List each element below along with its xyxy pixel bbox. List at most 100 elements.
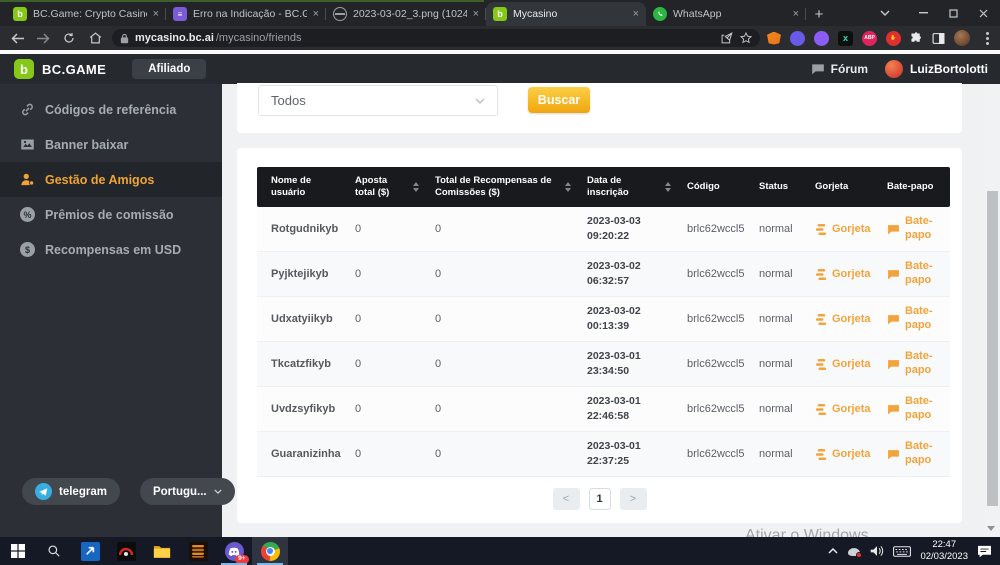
sidebar-item-referral-codes[interactable]: Códigos de referência [0, 92, 222, 127]
sidebar-item-friends-management[interactable]: Gestão de Amigos [0, 162, 222, 197]
taskbar-app-stack[interactable] [180, 537, 216, 565]
volume-icon[interactable] [870, 545, 884, 557]
keyboard-icon[interactable] [893, 546, 911, 557]
tab-close-icon[interactable]: × [633, 8, 639, 20]
tray-app-icon[interactable] [847, 546, 861, 557]
list-favicon-icon: ≡ [173, 7, 187, 21]
tab-mycasino-active[interactable]: b Mycasino × [486, 2, 646, 26]
start-button[interactable] [0, 537, 36, 565]
scrollbar-track[interactable] [984, 84, 1000, 537]
user-avatar[interactable] [885, 60, 903, 78]
chat-link[interactable]: Bate-papo [887, 305, 950, 333]
tray-chevron-up-icon[interactable] [828, 548, 838, 554]
puzzle-extensions-icon[interactable] [910, 32, 923, 45]
tab-erro-indicacao[interactable]: ≡ Erro na Indicação - BC.Game × [166, 2, 326, 26]
adblock-plus-icon[interactable]: ABP [862, 31, 877, 46]
tab-title: 2023-03-02_3.png (1024×76 [353, 8, 467, 20]
prev-page-button[interactable]: < [553, 488, 580, 510]
search-button[interactable]: Buscar [528, 87, 590, 113]
chat-link[interactable]: Bate-papo [887, 395, 950, 423]
header-username[interactable]: LuizBortolotti [910, 62, 988, 76]
scrollbar-thumb[interactable] [987, 191, 998, 506]
tip-link[interactable]: Gorjeta [815, 403, 877, 415]
telegram-button[interactable]: telegram [22, 478, 120, 505]
url-host: mycasino.bc.ai [135, 32, 214, 44]
cell-bet: 0 [345, 358, 407, 370]
share-icon[interactable] [721, 32, 734, 44]
tip-link[interactable]: Gorjeta [815, 358, 877, 370]
chat-link[interactable]: Bate-papo [887, 215, 950, 243]
browser-tab-strip: b BC.Game: Crypto Casino Gan × ≡ Erro na… [0, 0, 1000, 26]
taskbar-discord[interactable]: 9+ [216, 537, 252, 565]
cell-rewards: 0 [425, 448, 559, 460]
back-icon[interactable] [4, 28, 30, 48]
sort-icon[interactable] [559, 182, 577, 192]
chat-bubble-icon [887, 224, 900, 235]
sidebar-item-label: Gestão de Amigos [45, 173, 154, 187]
tab-close-icon[interactable]: × [313, 8, 319, 20]
purple-extension-icon[interactable] [814, 31, 829, 46]
chat-link[interactable]: Bate-papo [887, 350, 950, 378]
sort-icon[interactable] [407, 182, 425, 192]
window-close-button[interactable] [968, 0, 998, 26]
tip-link[interactable]: Gorjeta [815, 268, 877, 280]
home-icon[interactable] [82, 28, 108, 48]
taskbar-search-button[interactable] [36, 537, 72, 565]
cell-bet: 0 [345, 403, 407, 415]
tab-png-image[interactable]: 2023-03-02_3.png (1024×76 × [326, 2, 486, 26]
tip-link[interactable]: Gorjeta [815, 223, 877, 235]
tab-close-icon[interactable]: × [793, 8, 799, 20]
bcgame-logo-icon[interactable]: b [14, 59, 34, 79]
tab-title: BC.Game: Crypto Casino Gan [33, 8, 147, 20]
sort-icon[interactable] [659, 182, 677, 192]
sidebar-item-banner-download[interactable]: Banner baixar [0, 127, 222, 162]
forum-link[interactable]: Fórum [811, 62, 868, 76]
pagination: < 1 > [237, 488, 962, 510]
coins-icon [815, 404, 827, 415]
tip-link[interactable]: Gorjeta [815, 448, 877, 460]
action-center-icon[interactable] [977, 545, 992, 558]
chat-link[interactable]: Bate-papo [887, 440, 950, 468]
taskbar-clock[interactable]: 22:47 02/03/2023 [920, 539, 968, 563]
tab-whatsapp[interactable]: WhatsApp × [646, 2, 806, 26]
cell-username: Guaranizinha [257, 448, 345, 460]
bookmark-star-icon[interactable] [740, 32, 752, 44]
cell-bet: 0 [345, 268, 407, 280]
cell-date: 2023-03-0123:34:50 [577, 349, 659, 378]
reload-icon[interactable] [56, 28, 82, 48]
taskbar-app-remote[interactable] [72, 537, 108, 565]
affiliate-badge[interactable]: Afiliado [132, 59, 206, 79]
chat-bubble-icon [887, 314, 900, 325]
scrollbar-down-arrow[interactable] [987, 526, 995, 531]
taskbar-chrome[interactable] [252, 537, 288, 565]
taskbar-app-game[interactable] [108, 537, 144, 565]
tip-link[interactable]: Gorjeta [815, 313, 877, 325]
tab-search-chevron-icon[interactable] [870, 0, 900, 26]
forward-icon[interactable] [30, 28, 56, 48]
wallet-extension-icon[interactable] [790, 31, 805, 46]
tab-close-icon[interactable]: × [473, 8, 479, 20]
address-bar[interactable]: mycasino.bc.ai/mycasino/friends [112, 29, 760, 47]
filter-dropdown[interactable]: Todos [258, 85, 498, 116]
tab-bcgame-casino[interactable]: b BC.Game: Crypto Casino Gan × [6, 2, 166, 26]
blocker-extension-icon[interactable]: ✋ [886, 31, 901, 46]
new-tab-button[interactable]: + [806, 2, 832, 26]
chrome-menu-icon[interactable] [974, 28, 1000, 48]
chat-link[interactable]: Bate-papo [887, 260, 950, 288]
next-page-button[interactable]: > [620, 488, 647, 510]
language-selector[interactable]: Portugu... [140, 478, 235, 505]
metamask-icon[interactable] [767, 32, 781, 45]
col-commission-rewards: Total de Recompensas de Comissões ($) [425, 175, 559, 200]
taskbar-file-explorer[interactable] [144, 537, 180, 565]
filter-selected-value: Todos [271, 93, 306, 108]
window-minimize-button[interactable] [908, 0, 938, 26]
sidebar-item-usd-rewards[interactable]: $ Recompensas em USD [0, 232, 222, 267]
side-panel-icon[interactable] [932, 32, 945, 45]
current-page[interactable]: 1 [589, 488, 611, 510]
window-maximize-button[interactable] [938, 0, 968, 26]
sidebar-item-commission-prizes[interactable]: % Prêmios de comissão [0, 197, 222, 232]
clock-time: 22:47 [920, 539, 968, 551]
x-extension-icon[interactable]: x [838, 31, 853, 46]
profile-avatar[interactable] [954, 30, 970, 46]
tab-close-icon[interactable]: × [153, 8, 159, 20]
